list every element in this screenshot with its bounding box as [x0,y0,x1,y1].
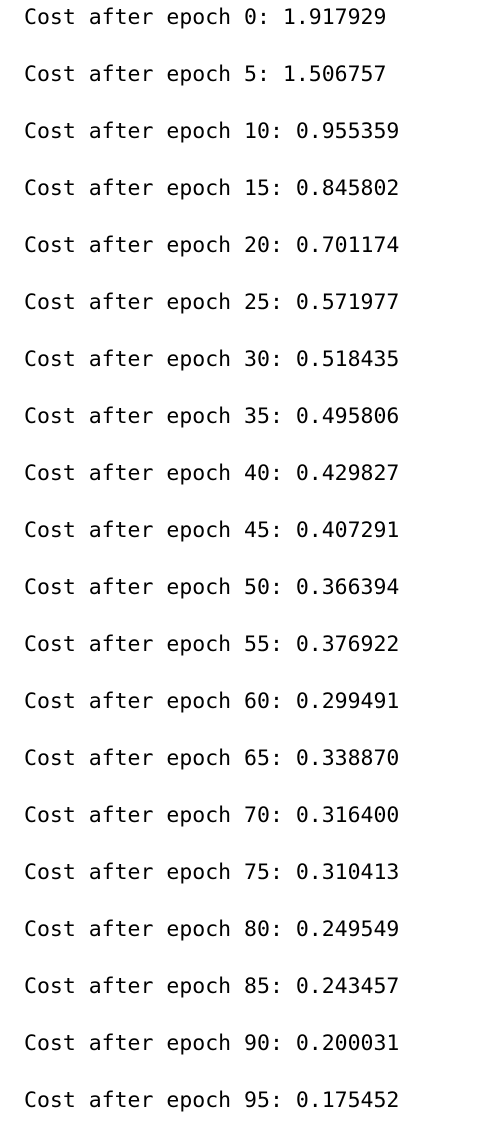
output-line: Cost after epoch 65: 0.338870 [24,746,400,771]
output-line: Cost after epoch 75: 0.310413 [24,860,400,885]
output-line: Cost after epoch 95: 0.175452 [24,1088,400,1113]
output-line: Cost after epoch 45: 0.407291 [24,518,400,543]
training-cost-output: Cost after epoch 0: 1.917929 Cost after … [24,4,399,1144]
output-line: Cost after epoch 70: 0.316400 [24,803,400,828]
output-line: Cost after epoch 5: 1.506757 [24,62,387,87]
output-line: Cost after epoch 60: 0.299491 [24,689,400,714]
output-line: Cost after epoch 20: 0.701174 [24,233,400,258]
output-line: Cost after epoch 40: 0.429827 [24,461,400,486]
output-line: Cost after epoch 85: 0.243457 [24,974,400,999]
output-line: Cost after epoch 90: 0.200031 [24,1031,400,1056]
output-line: Cost after epoch 55: 0.376922 [24,632,400,657]
output-line: Cost after epoch 35: 0.495806 [24,404,400,429]
output-line: Cost after epoch 15: 0.845802 [24,176,400,201]
output-line: Cost after epoch 50: 0.366394 [24,575,400,600]
output-line: Cost after epoch 0: 1.917929 [24,5,387,30]
output-line: Cost after epoch 10: 0.955359 [24,119,400,144]
output-line: Cost after epoch 30: 0.518435 [24,347,400,372]
output-line: Cost after epoch 80: 0.249549 [24,917,400,942]
output-line: Cost after epoch 25: 0.571977 [24,290,400,315]
